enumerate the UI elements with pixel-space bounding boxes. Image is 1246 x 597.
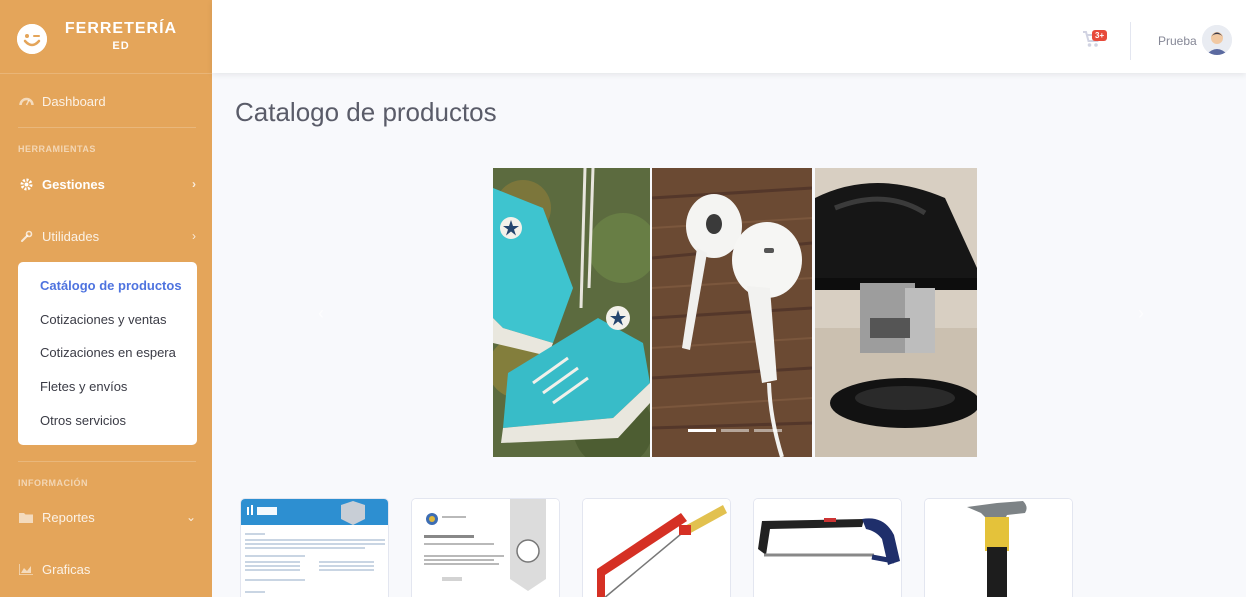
carousel-indicator[interactable] xyxy=(688,429,716,432)
chevron-right-icon: › xyxy=(192,229,196,243)
user-name[interactable]: Prueba xyxy=(1158,34,1197,48)
sidebar-item-label: Graficas xyxy=(42,561,91,577)
carousel-prev-icon[interactable]: ‹ xyxy=(318,303,324,324)
folder-icon xyxy=(18,509,34,525)
product-card-university-certificate[interactable] xyxy=(411,498,560,597)
chevron-down-icon: ⌄ xyxy=(185,510,196,524)
area-chart-icon xyxy=(18,561,34,577)
main-content: Catalogo de productos ‹ › xyxy=(212,73,1246,597)
brand-sub: ED xyxy=(112,40,130,52)
product-card-claw-hammer[interactable] xyxy=(924,498,1073,597)
sidebar-item-gestiones[interactable]: Gestiones › xyxy=(18,171,196,197)
sidebar-item-graficas[interactable]: Graficas xyxy=(18,556,90,582)
product-carousel[interactable]: ‹ › xyxy=(318,168,1144,457)
cart-count-badge: 3+ xyxy=(1092,30,1108,41)
earphones-slide xyxy=(652,168,812,457)
product-card-ndg-certificate[interactable] xyxy=(240,498,389,597)
sidebar-item-label: Gestiones xyxy=(42,176,105,192)
submenu-item-cotizaciones-espera[interactable]: Cotizaciones en espera xyxy=(40,345,176,360)
submenu-item-cotizaciones-ventas[interactable]: Cotizaciones y ventas xyxy=(40,312,166,327)
product-card-hacksaw[interactable] xyxy=(753,498,902,597)
sidebar-divider xyxy=(18,127,196,128)
section-heading-info: INFORMACIÓN xyxy=(18,478,88,488)
topbar-divider xyxy=(1130,22,1131,60)
brand[interactable]: FERRETERÍA ED xyxy=(0,0,212,74)
stapler-slide xyxy=(815,168,977,457)
submenu-item-otros[interactable]: Otros servicios xyxy=(40,413,126,428)
carousel-indicator[interactable] xyxy=(721,429,749,432)
carousel-indicator[interactable] xyxy=(754,429,782,432)
cog-icon xyxy=(18,176,34,192)
page-title: Catalogo de productos xyxy=(235,97,497,127)
carousel-next-icon[interactable]: › xyxy=(1138,303,1144,324)
sidebar-item-label: Reportes xyxy=(42,509,95,525)
product-card-coping-saw[interactable] xyxy=(582,498,731,597)
submenu-item-fletes[interactable]: Fletes y envíos xyxy=(40,379,127,394)
dashboard-gauge-icon xyxy=(18,93,34,109)
utilidades-submenu: Catálogo de productos Cotizaciones y ven… xyxy=(18,262,197,445)
sidebar-item-dashboard[interactable]: Dashboard xyxy=(18,88,106,114)
chevron-right-icon: › xyxy=(192,177,196,191)
sidebar-item-label: Utilidades xyxy=(42,228,100,244)
sidebar: FERRETERÍA ED Dashboard HERRAMIENTAS Ges… xyxy=(0,0,212,597)
brand-name: FERRETERÍA xyxy=(64,20,178,37)
carousel-indicators xyxy=(688,429,782,432)
sidebar-item-utilidades[interactable]: Utilidades › xyxy=(18,223,196,249)
topbar: 3+ Prueba xyxy=(212,0,1246,73)
user-avatar-icon[interactable] xyxy=(1202,25,1232,55)
sidebar-divider xyxy=(18,461,196,462)
wrench-icon xyxy=(18,228,34,244)
submenu-item-catalogo[interactable]: Catálogo de productos xyxy=(40,278,182,293)
wink-face-icon xyxy=(17,24,47,54)
sidebar-item-reportes[interactable]: Reportes ⌄ xyxy=(18,504,196,530)
sidebar-item-label: Dashboard xyxy=(42,93,106,109)
section-heading-tools: HERRAMIENTAS xyxy=(18,144,96,154)
sneakers-slide xyxy=(493,168,650,457)
